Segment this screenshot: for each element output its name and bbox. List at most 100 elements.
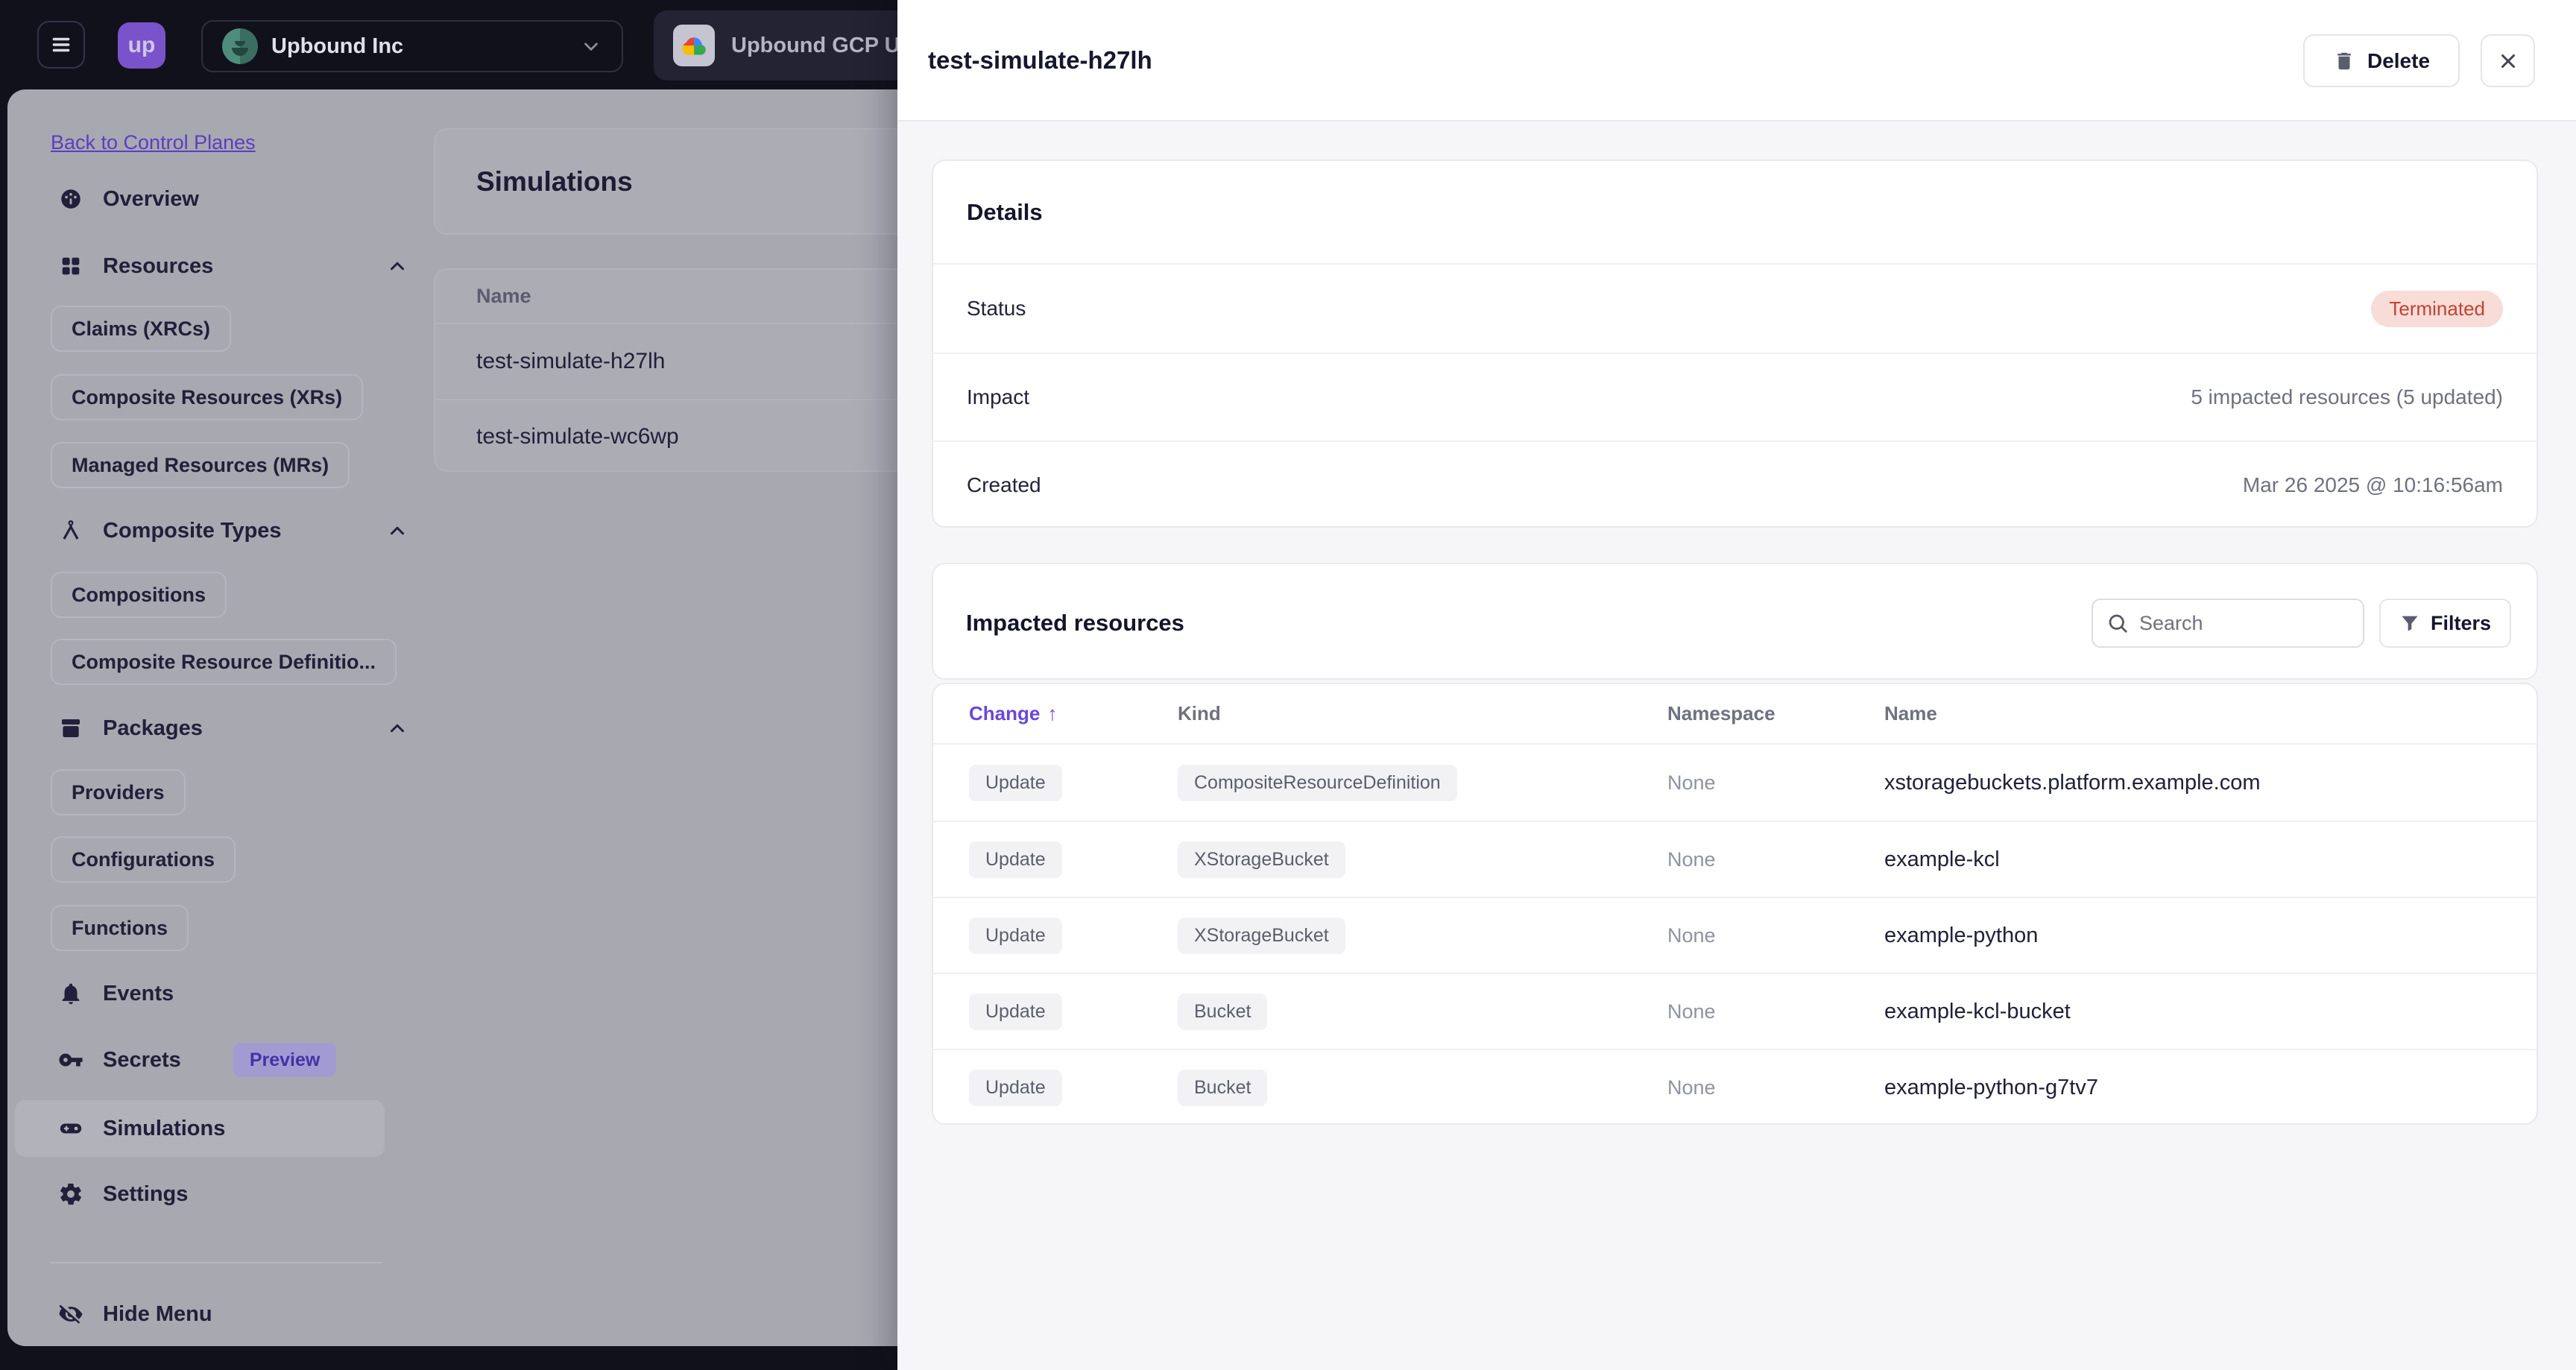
details-card: Details Status Terminated Impact 5 impac…	[932, 160, 2538, 528]
simulation-detail-drawer: test-simulate-h27lh Delete Details Statu…	[897, 0, 2576, 1370]
close-icon	[2497, 50, 2519, 72]
sidebar-section-label: Packages	[103, 716, 203, 740]
column-header-kind[interactable]: Kind	[1178, 684, 1221, 743]
table-row[interactable]: Update XStorageBucket None example-kcl	[933, 821, 2536, 897]
hamburger-icon	[48, 32, 74, 57]
sidebar-section-composite-types[interactable]: Composite Types	[58, 502, 408, 559]
compass-icon	[58, 518, 83, 543]
kind-chip: CompositeResourceDefinition	[1178, 764, 1457, 801]
sidebar-chip-compositions[interactable]: Compositions	[51, 572, 227, 618]
sidebar-section-packages[interactable]: Packages	[58, 700, 408, 757]
kind-chip: XStorageBucket	[1178, 917, 1345, 954]
column-header-change[interactable]: Change ↑	[969, 684, 1057, 743]
search-input[interactable]	[2138, 610, 2349, 636]
back-to-control-planes-link[interactable]: Back to Control Planes	[51, 131, 256, 154]
grid-icon	[58, 253, 83, 279]
namespace-cell: None	[1667, 1076, 1716, 1099]
kind-chip: Bucket	[1178, 1069, 1268, 1106]
org-selector-dropdown[interactable]: Upbound Inc	[201, 20, 623, 72]
sidebar-chip-xrds[interactable]: Composite Resource Definitio...	[51, 639, 397, 685]
change-chip: Update	[969, 917, 1062, 954]
search-box	[2092, 599, 2364, 648]
org-avatar	[222, 28, 258, 64]
search-icon	[2106, 612, 2129, 634]
namespace-cell: None	[1667, 1000, 1716, 1023]
name-cell: example-kcl	[1884, 847, 2000, 871]
chevron-down-icon	[580, 35, 602, 57]
name-cell: xstoragebuckets.platform.example.com	[1884, 770, 2261, 795]
delete-button[interactable]: Delete	[2303, 34, 2460, 87]
table-row[interactable]: Update XStorageBucket None example-pytho…	[933, 897, 2536, 973]
sidebar-item-label: Events	[103, 981, 174, 1006]
change-header-label: Change	[969, 702, 1041, 725]
impact-label: Impact	[967, 385, 1030, 408]
sidebar-section-resources[interactable]: Resources	[58, 238, 408, 294]
detail-row-created: Created Mar 26 2025 @ 10:16:56am	[933, 441, 2536, 526]
table-row[interactable]: Update Bucket None example-python-g7tv7	[933, 1049, 2536, 1123]
sidebar-item-overview[interactable]: Overview	[58, 171, 408, 227]
hamburger-menu-button[interactable]	[37, 21, 85, 69]
sidebar-item-events[interactable]: Events	[58, 965, 408, 1022]
kind-chip: Bucket	[1178, 993, 1268, 1030]
filters-button-label: Filters	[2430, 611, 2492, 634]
hide-menu-button[interactable]: Hide Menu	[58, 1286, 408, 1342]
sidebar-chip-claims[interactable]: Claims (XRCs)	[51, 306, 232, 352]
app-root: up Upbound Inc Upbound GCP U Back to Con…	[0, 0, 2576, 1370]
column-header-namespace[interactable]: Namespace	[1667, 684, 1775, 743]
close-drawer-button[interactable]	[2481, 34, 2535, 87]
sidebar-item-label: Settings	[103, 1181, 189, 1206]
table-row[interactable]: Update Bucket None example-kcl-bucket	[933, 973, 2536, 1049]
created-label: Created	[967, 473, 1041, 496]
name-cell: example-python	[1884, 923, 2039, 947]
eye-off-icon	[58, 1301, 83, 1327]
package-icon	[58, 716, 83, 741]
sidebar-chip-composite-resources[interactable]: Composite Resources (XRs)	[51, 374, 364, 420]
status-label: Status	[967, 297, 1026, 320]
sidebar-item-settings[interactable]: Settings	[58, 1166, 408, 1222]
sidebar-section-label: Resources	[103, 253, 214, 278]
change-chip: Update	[969, 1069, 1062, 1106]
details-card-header: Details	[933, 161, 2536, 265]
filters-button[interactable]: Filters	[2379, 599, 2511, 648]
sidebar-divider	[51, 1262, 382, 1263]
sort-ascending-icon: ↑	[1047, 702, 1058, 725]
column-header-name[interactable]: Name	[1884, 684, 1937, 743]
filter-funnel-icon	[2399, 613, 2420, 634]
detail-row-status: Status Terminated	[933, 265, 2536, 353]
delete-button-label: Delete	[2367, 48, 2431, 72]
namespace-cell: None	[1667, 771, 1716, 794]
sidebar-chip-configurations[interactable]: Configurations	[51, 836, 236, 883]
sidebar-item-simulations[interactable]: Simulations	[15, 1100, 385, 1157]
control-plane-tab-label: Upbound GCP U	[731, 33, 900, 57]
chevron-up-icon	[386, 255, 408, 277]
gear-icon	[58, 1181, 83, 1207]
hide-menu-label: Hide Menu	[103, 1301, 212, 1326]
impacted-resources-title: Impacted resources	[966, 609, 1184, 636]
name-cell: example-kcl-bucket	[1884, 999, 2071, 1023]
namespace-cell: None	[1667, 847, 1716, 871]
name-cell: example-python-g7tv7	[1884, 1075, 2098, 1099]
sidebar-chip-managed-resources[interactable]: Managed Resources (MRs)	[51, 442, 350, 488]
detail-row-impact: Impact 5 impacted resources (5 updated)	[933, 353, 2536, 441]
gcp-cloud-icon	[673, 25, 715, 66]
trash-icon	[2333, 50, 2355, 72]
status-badge: Terminated	[2371, 290, 2503, 327]
impacted-resources-header-card: Impacted resources Filters	[932, 563, 2538, 680]
sidebar-chip-functions[interactable]: Functions	[51, 905, 189, 951]
sidebar-chip-providers[interactable]: Providers	[51, 769, 186, 815]
sidebar-item-secrets[interactable]: Secrets Preview	[58, 1032, 408, 1088]
change-chip: Update	[969, 993, 1062, 1030]
overview-icon	[58, 186, 83, 212]
impact-value: 5 impacted resources (5 updated)	[2191, 385, 2503, 408]
sidebar-item-label: Secrets	[103, 1047, 181, 1072]
kind-chip: XStorageBucket	[1178, 841, 1345, 878]
change-chip: Update	[969, 764, 1062, 801]
sidebar-item-label: Simulations	[103, 1116, 226, 1140]
page-title: Simulations	[476, 165, 633, 197]
upbound-logo[interactable]: up	[118, 22, 165, 69]
chevron-up-icon	[386, 717, 408, 739]
bell-icon	[58, 981, 83, 1006]
table-row[interactable]: Update CompositeResourceDefinition None …	[933, 745, 2536, 821]
sidebar-item-label: Overview	[103, 186, 199, 211]
namespace-cell: None	[1667, 924, 1716, 947]
